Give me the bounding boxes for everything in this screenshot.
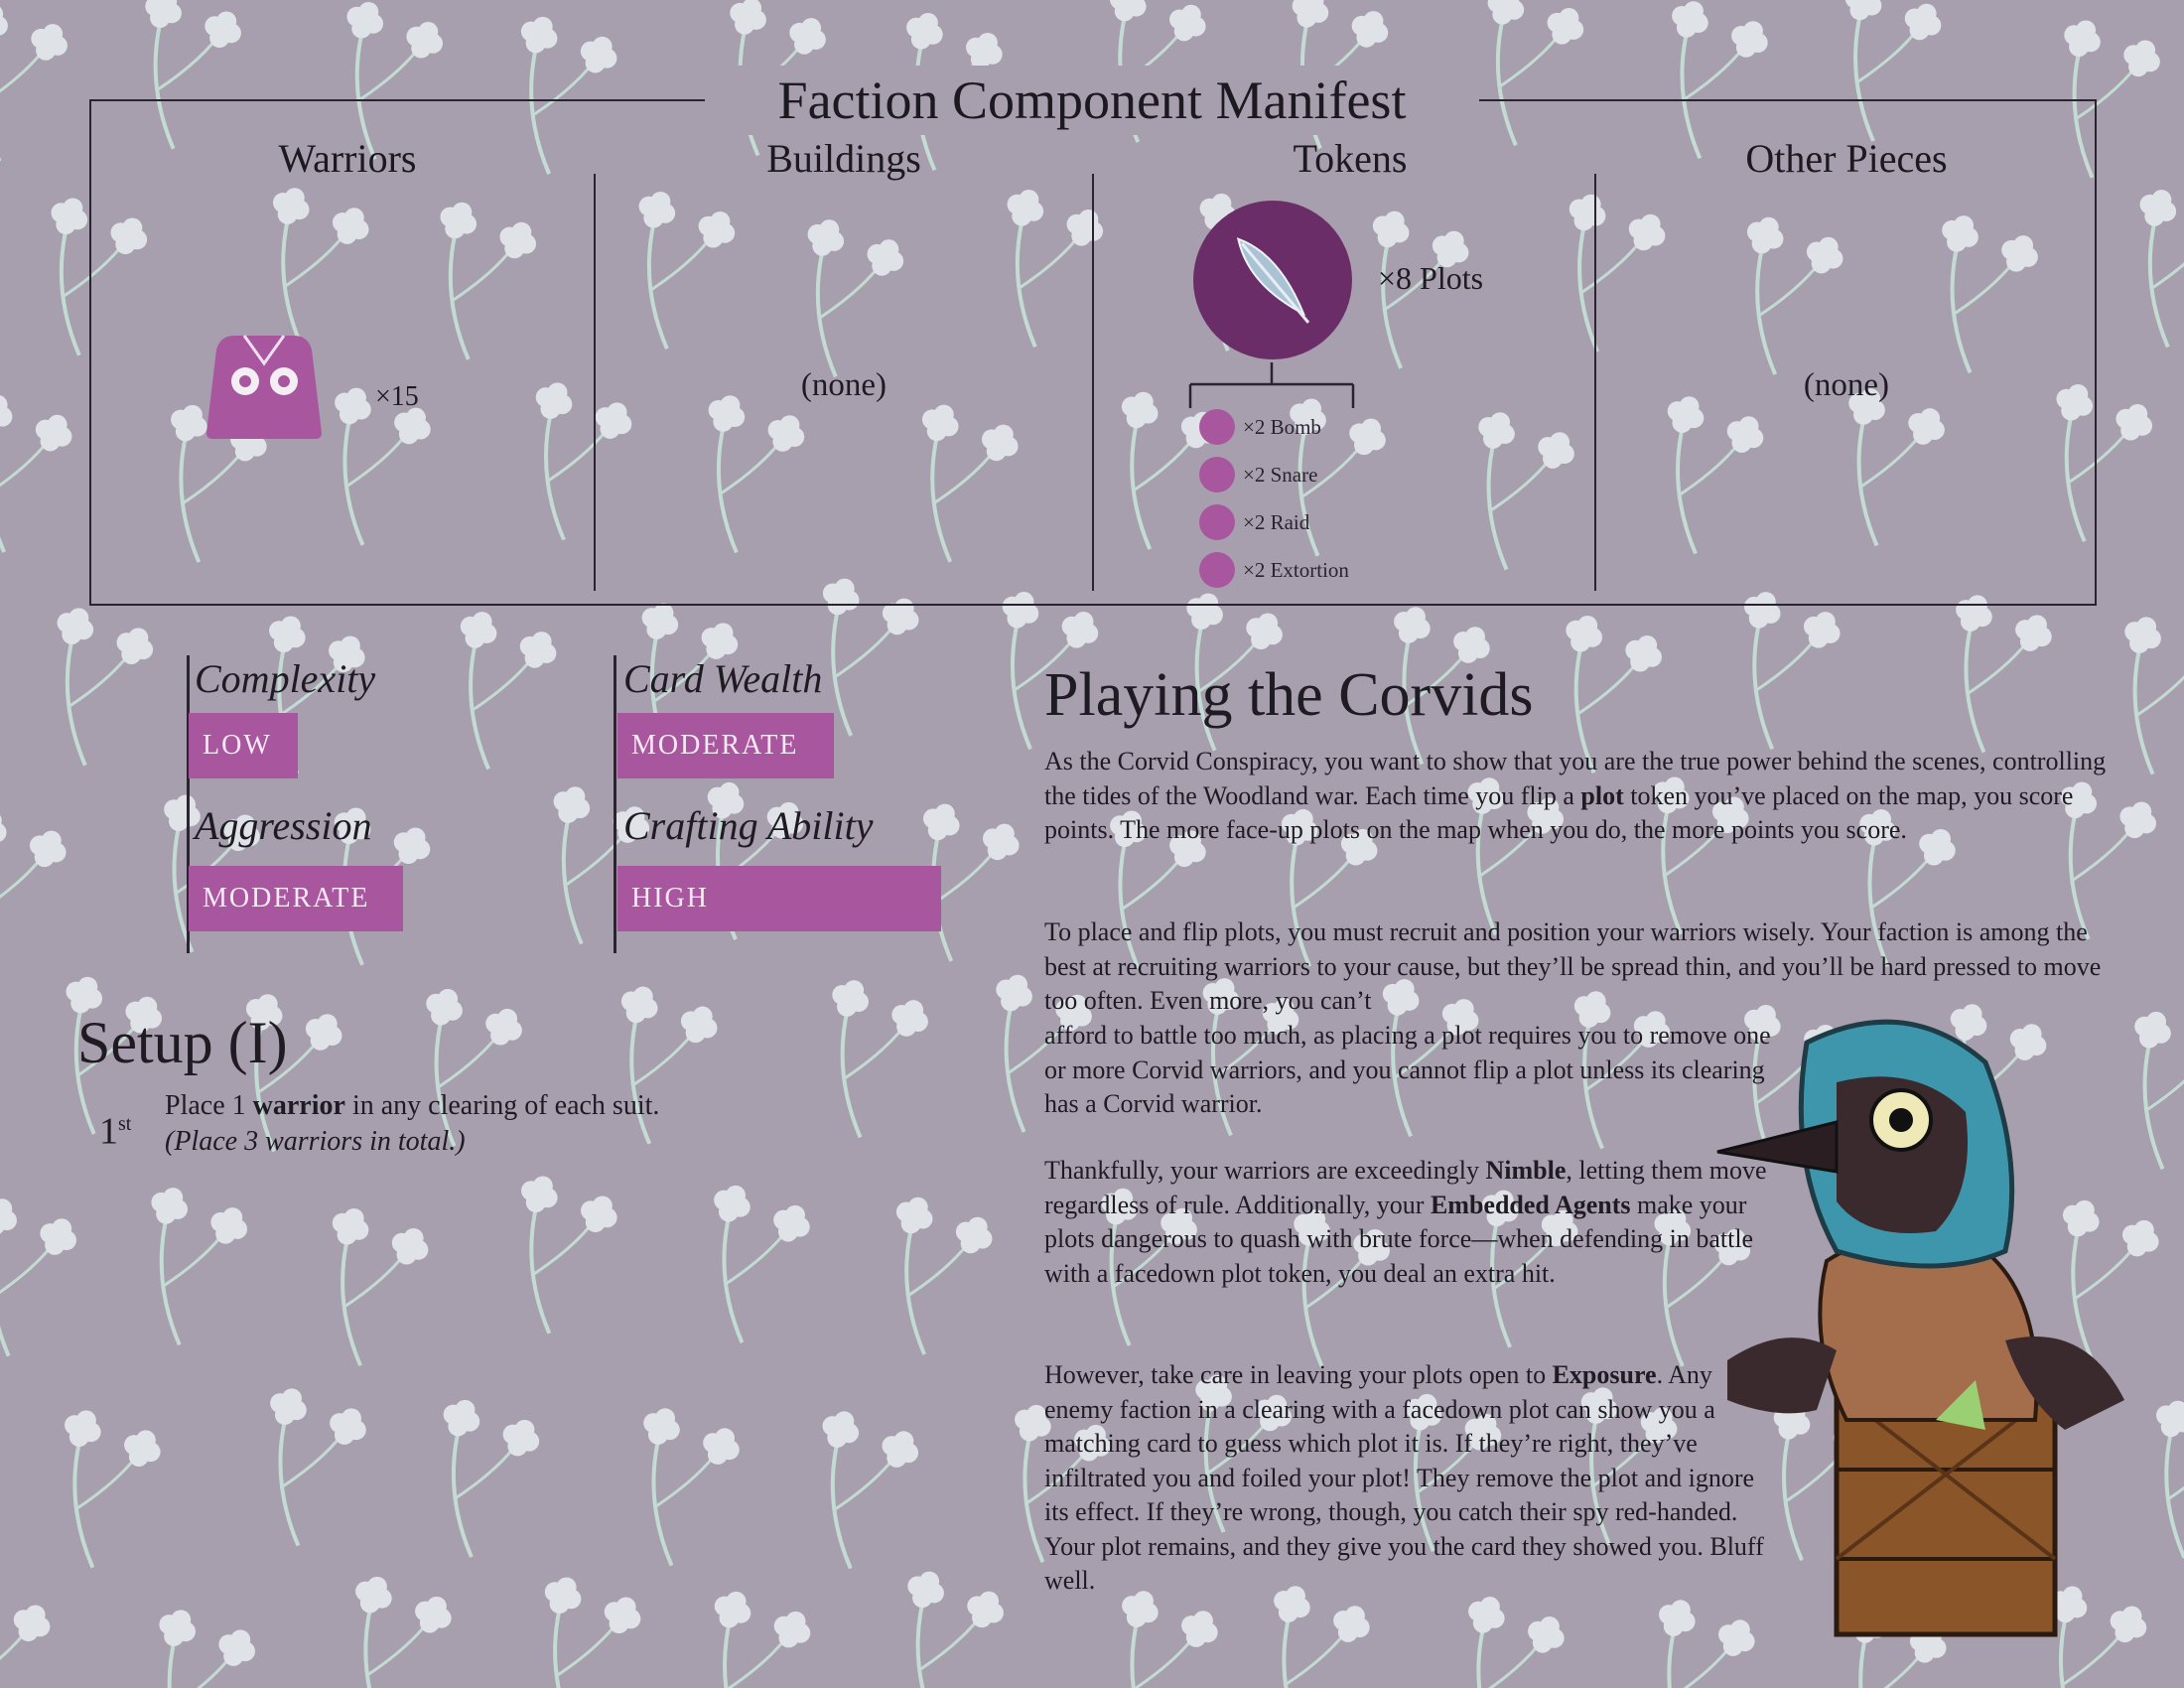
corvid-warrior-icon [206, 335, 322, 439]
flower-sprig [822, 1411, 919, 1570]
plot-token-feather-icon [1193, 201, 1352, 359]
flower-sprig [0, 1605, 51, 1660]
flower-sprig [443, 1399, 540, 1558]
corvid-illustration [1716, 1019, 2124, 1637]
setup-title: Setup (I) [77, 1010, 288, 1075]
flower-sprig [1743, 592, 1841, 751]
column-buildings-heading: Buildings [766, 136, 921, 181]
flower-sprig [907, 1571, 1004, 1688]
flower-sprig [1274, 1586, 1370, 1688]
column-tokens-heading: Tokens [1293, 136, 1408, 181]
warrior-count: ×15 [375, 381, 419, 412]
flower-sprig [521, 1176, 617, 1335]
column-divider [594, 174, 596, 591]
flower-sprig [1468, 1597, 1565, 1688]
flower-sprig [643, 1408, 740, 1567]
flower-sprig [0, 1198, 76, 1357]
flower-sprig [0, 395, 72, 553]
plot-types-bracket [1188, 362, 1355, 408]
aggression-value: MODERATE [189, 866, 403, 931]
column-divider [1594, 174, 1596, 591]
column-warriors-heading: Warriors [278, 136, 417, 181]
plots-count: ×8 Plots [1378, 260, 1484, 296]
complexity-value: LOW [189, 713, 298, 778]
manifest-title: Faction Component Manifest [705, 66, 1479, 135]
flower-sprig [2124, 617, 2184, 775]
flower-sprig [332, 1207, 429, 1367]
flower-sprig [57, 608, 154, 767]
setup-step-number: 1st [99, 1110, 132, 1153]
paragraph-exposure: However, take care in leaving your plots… [1044, 1360, 1764, 1595]
flower-sprig [355, 1576, 452, 1688]
plot-type-raid: ×2 Raid [1199, 502, 1309, 542]
complexity-label: Complexity [195, 656, 376, 701]
setup-step-text: Place 1 warrior in any clearing of each … [165, 1090, 660, 1157]
raid-icon [1199, 504, 1235, 540]
flower-sprig [2139, 190, 2184, 349]
plot-type-snare: ×2 Snare [1199, 455, 1317, 494]
buildings-none: (none) [800, 367, 887, 403]
other-pieces-none: (none) [1803, 367, 1890, 403]
flower-sprig [0, 814, 67, 968]
flower-sprig [159, 1610, 255, 1688]
aggression-label: Aggression [195, 803, 372, 848]
paragraph-intro: As the Corvid Conspiracy, you want to sh… [1044, 747, 2107, 844]
flower-sprig [1122, 1591, 1218, 1688]
paragraph-nimble: Thankfully, your warriors are exceedingl… [1044, 1156, 1767, 1288]
card-wealth-label: Card Wealth [623, 656, 823, 701]
flower-sprig [270, 1388, 366, 1547]
flower-sprig [895, 1196, 993, 1355]
plot-type-extortion: ×2 Extortion [1199, 550, 1349, 590]
crafting-ability-value: HIGH [617, 866, 941, 931]
bomb-icon [1199, 409, 1235, 445]
flower-sprig [0, 6, 68, 162]
extortion-icon [1199, 552, 1235, 588]
stats-right-bar [614, 655, 616, 953]
column-divider [1092, 174, 1094, 591]
card-wealth-value: MODERATE [617, 713, 834, 778]
crafting-ability-label: Crafting Ability [623, 803, 874, 848]
flower-sprig [544, 1577, 641, 1688]
paragraph-placing-continued: afford to battle too much, as placing a … [1044, 1021, 1771, 1118]
flower-sprig [2156, 1400, 2184, 1559]
flower-sprig [1956, 595, 2052, 754]
flower-sprig [714, 1185, 810, 1343]
flower-sprig [460, 612, 557, 771]
plot-type-bomb: ×2 Bomb [1199, 407, 1321, 447]
flower-sprig [714, 1591, 811, 1688]
snare-icon [1199, 457, 1235, 492]
flower-sprig [151, 1188, 248, 1346]
column-other-heading: Other Pieces [1745, 136, 1948, 181]
playing-title: Playing the Corvids [1044, 661, 1534, 729]
flower-sprig [65, 1410, 161, 1569]
